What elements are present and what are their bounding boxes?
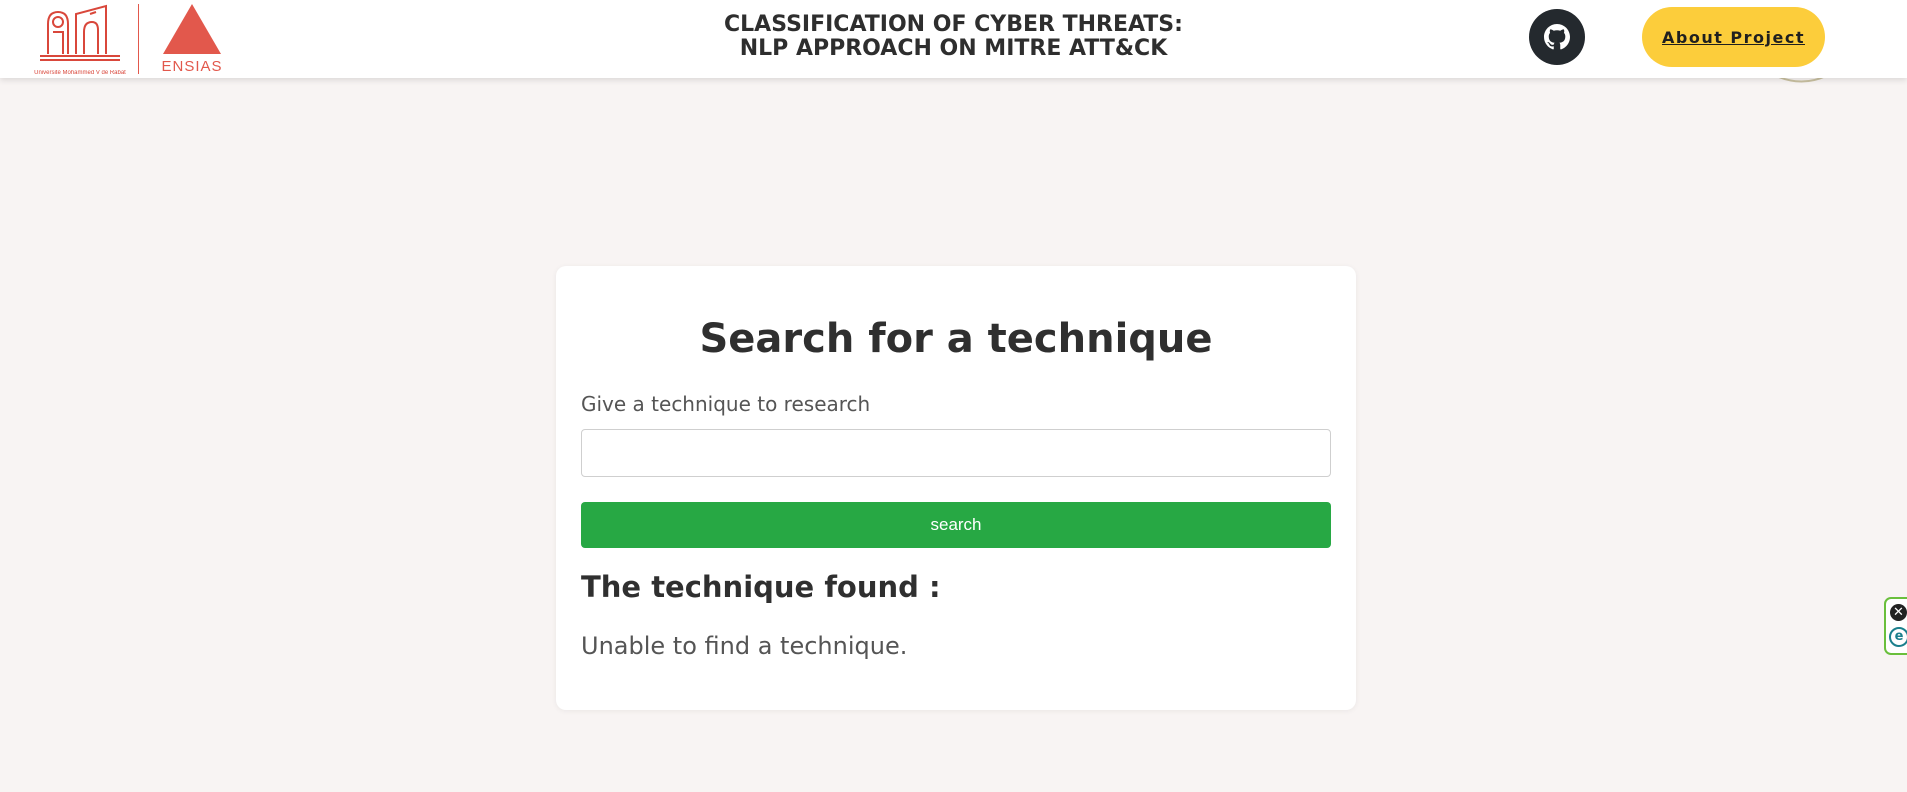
logos-group: Université Mohammed V de Rabat ENSIAS — [32, 0, 233, 78]
university-mohammed-v-logo-icon — [40, 4, 120, 61]
university-logo[interactable]: Université Mohammed V de Rabat — [32, 2, 128, 76]
top-header: Université Mohammed V de Rabat ENSIAS CL… — [0, 0, 1907, 78]
ensias-logo-text: ENSIAS — [161, 58, 223, 75]
logo-divider — [138, 4, 139, 74]
extension-widget: ✕ e — [1884, 597, 1907, 655]
search-button[interactable]: search — [581, 502, 1331, 548]
result-heading: The technique found : — [581, 570, 941, 604]
ensias-logo[interactable]: ENSIAS — [151, 2, 233, 76]
about-project-button[interactable]: About Project — [1642, 7, 1825, 67]
search-card-title: Search for a technique — [699, 316, 1213, 362]
result-text: Unable to find a technique. — [581, 632, 908, 660]
page-title-line-1: CLASSIFICATION OF CYBER THREATS: — [724, 12, 1183, 37]
technique-input-label: Give a technique to research — [581, 392, 871, 416]
github-icon — [1544, 24, 1570, 50]
page-title: CLASSIFICATION OF CYBER THREATS: NLP APP… — [0, 13, 1907, 61]
e-extension-icon[interactable]: e — [1889, 627, 1907, 647]
page-title-line-2: NLP APPROACH ON MITRE ATT&CK — [739, 36, 1168, 61]
close-icon[interactable]: ✕ — [1890, 604, 1907, 621]
technique-search-input[interactable] — [581, 429, 1331, 477]
ensias-triangle-logo-icon — [163, 4, 221, 54]
university-caption: Université Mohammed V de Rabat — [34, 70, 126, 76]
search-card: Search for a technique Give a technique … — [556, 266, 1356, 710]
github-button[interactable] — [1529, 9, 1585, 65]
